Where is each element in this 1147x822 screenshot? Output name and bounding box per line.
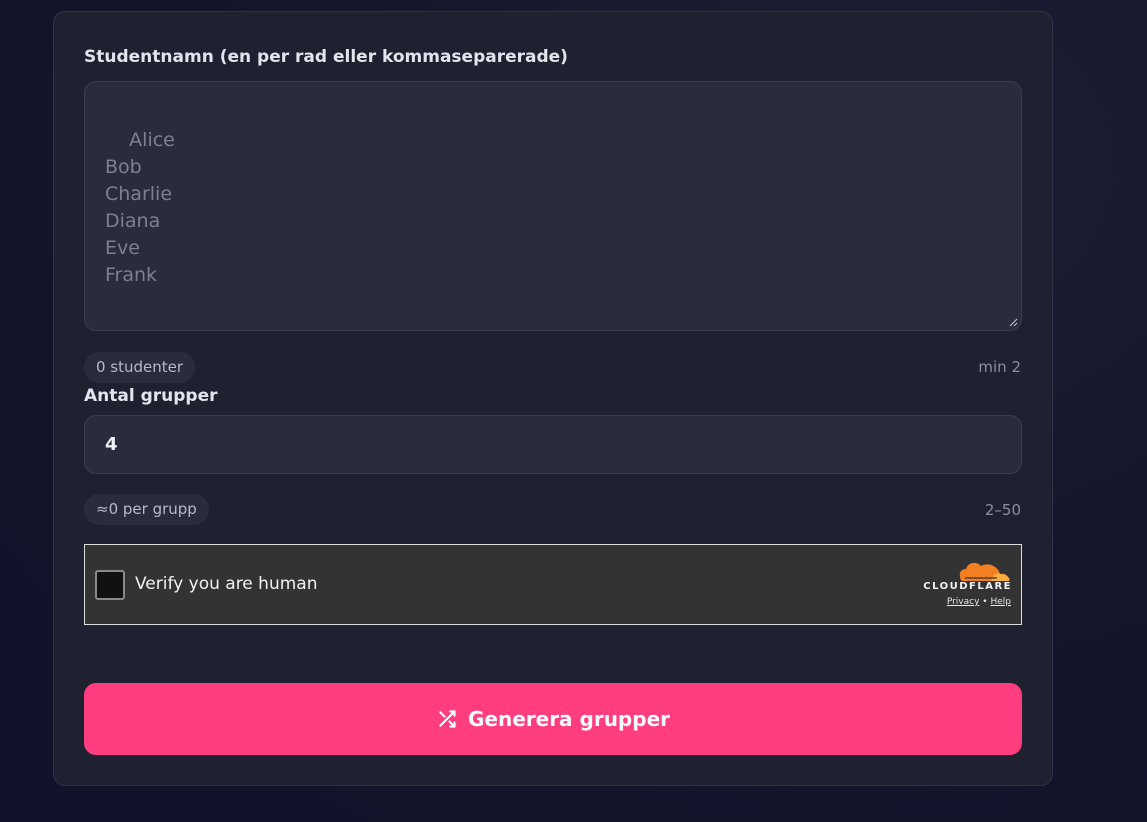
verify-human-checkbox[interactable] [95,570,125,600]
student-names-label: Studentnamn (en per rad eller kommasepar… [84,47,568,67]
resize-grip-icon[interactable] [1009,318,1018,327]
privacy-link[interactable]: Privacy [947,597,980,607]
cloudflare-cloud-icon [959,562,1010,581]
link-separator: • [982,597,988,607]
cloudflare-wordmark: CLOUDFLARE [923,581,1012,592]
group-count-label: Antal grupper [84,386,218,406]
group-generator-card: Studentnamn (en per rad eller kommasepar… [53,11,1053,786]
student-count-badge: 0 studenter [84,352,196,383]
generate-groups-label: Generera grupper [467,707,670,731]
generate-groups-button[interactable]: Generera grupper [84,683,1022,755]
student-names-placeholder: Alice Bob Charlie Diana Eve Frank [105,129,175,286]
cloudflare-captcha-widget: Verify you are human CLOUDFLARE Privacy … [84,544,1022,625]
group-range-hint: 2–50 [984,501,1021,519]
min-students-hint: min 2 [978,358,1021,376]
help-link[interactable]: Help [990,597,1011,607]
per-group-badge: ≈0 per grupp [84,494,209,525]
student-names-textarea[interactable]: Alice Bob Charlie Diana Eve Frank [84,81,1022,331]
verify-human-label: Verify you are human [135,574,318,594]
shuffle-icon [439,710,456,728]
captcha-links: Privacy • Help [947,597,1011,607]
group-count-input[interactable]: 4 [84,415,1022,474]
